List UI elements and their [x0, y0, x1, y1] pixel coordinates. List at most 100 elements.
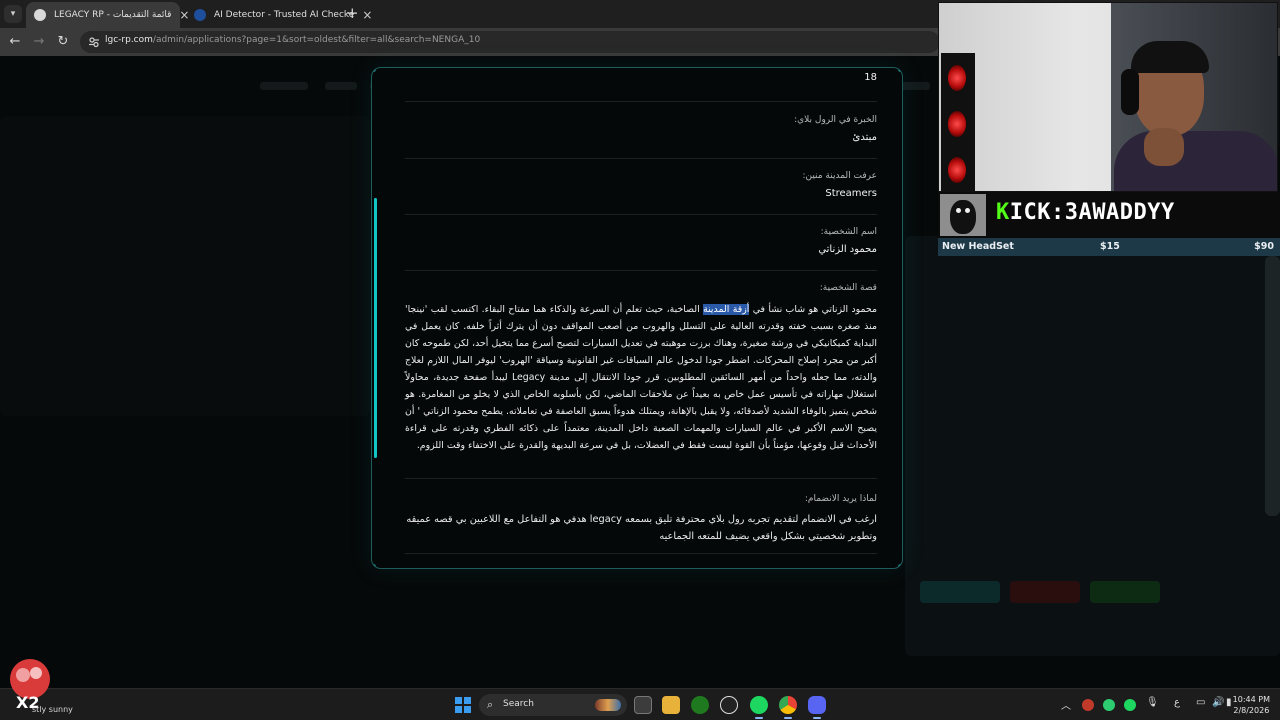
forward-arrow-icon[interactable]: → [30, 33, 48, 51]
windows-taskbar: X2 stly sunny ⌕ Search ︿ 🎙 ع ▭ 🔊 ▮ 10:44… [0, 659, 1280, 720]
tray-app-icon[interactable] [1103, 699, 1115, 711]
why-join-text: ارغب في الانضمام لتقديم تجربه رول بلاي م… [406, 514, 877, 542]
age-value: 18 [864, 72, 877, 83]
donation-goal-bar: New HeadSet $15 $90 [938, 238, 1280, 256]
experience-value: مبتدئ [852, 132, 877, 143]
field-experience: الخبرة في الرول بلاي: مبتدئ [405, 115, 877, 143]
red-fan-icon [948, 111, 966, 137]
spotify-tray-icon[interactable] [1124, 699, 1136, 711]
tab-search-menu-icon[interactable]: ▾ [4, 5, 22, 23]
desktop: ▾ LEGACY RP - قائمة التقديمات × AI Detec… [0, 0, 1280, 720]
tab-close-icon[interactable]: × [362, 8, 372, 22]
field-character-name: اسم الشخصية: محمود الزناتي [405, 227, 877, 255]
url-host: lgc-rp.com [105, 35, 153, 45]
webcam-overlay [938, 2, 1278, 192]
file-explorer-icon[interactable] [662, 696, 680, 714]
taskbar-search-box[interactable]: ⌕ Search [479, 694, 627, 716]
why-join-label: لماذا يريد الانضمام: [804, 494, 877, 504]
url-text: lgc-rp.com/admin/applications?page=1&sor… [105, 35, 480, 45]
windows-start-icon[interactable] [455, 697, 471, 713]
dimmed-button [920, 581, 1000, 603]
avatar-eye [965, 208, 970, 213]
divider [405, 478, 877, 479]
tab-title: AI Detector - Trusted AI Checke [214, 10, 355, 20]
field-story: قصة الشخصية: [405, 283, 877, 293]
field-age: 18 [405, 68, 877, 83]
field-source: عرفت المدينة منين: Streamers [405, 171, 877, 199]
volume-icon[interactable]: 🔊 [1212, 697, 1224, 708]
reload-icon[interactable]: ↻ [54, 33, 72, 51]
kick-channel-name: KICK:3AWADDYY [996, 200, 1175, 225]
search-label: Search [503, 699, 534, 709]
goal-current: $15 [1100, 241, 1120, 252]
running-indicator [755, 717, 763, 719]
character-name-label: اسم الشخصية: [820, 227, 877, 237]
pc-tower [941, 53, 975, 191]
dimmed-panel [0, 116, 370, 416]
streamer-hand [1144, 128, 1184, 166]
clock-time: 10:44 PM [1232, 695, 1270, 704]
chatgpt-icon[interactable] [720, 696, 738, 714]
discord-icon[interactable] [808, 696, 826, 714]
tray-app-icon[interactable] [1082, 699, 1094, 711]
language-indicator[interactable]: ع [1174, 697, 1180, 708]
search-highlight-art-icon [595, 699, 621, 711]
site-settings-icon[interactable] [88, 36, 100, 48]
divider [405, 101, 877, 102]
character-story-text: محمود الزناتي هو شاب نشأ في أزقة المدينة… [405, 301, 877, 454]
running-indicator [784, 717, 792, 719]
story-text-rest: الصاخبة، حيث تعلم أن السرعة والذكاء هما … [405, 304, 877, 451]
dimmed-button [1090, 581, 1160, 603]
kick-channel-text: ICK:3AWADDYY [1009, 200, 1175, 225]
kick-channel-banner: KICK:3AWADDYY [938, 192, 1280, 238]
avatar-figure [950, 200, 976, 234]
divider [405, 158, 877, 159]
network-icon[interactable]: ▭ [1196, 697, 1205, 708]
modal-corner-dot [372, 68, 376, 72]
red-fan-icon [948, 157, 966, 183]
dimmed-button [1010, 581, 1080, 603]
tab-ai-detector[interactable]: AI Detector - Trusted AI Checke × [186, 2, 372, 28]
xbox-icon[interactable] [691, 696, 709, 714]
red-fan-icon [948, 65, 966, 91]
task-view-icon[interactable] [634, 696, 652, 714]
story-label: قصة الشخصية: [819, 283, 877, 293]
goal-target: $90 [1254, 241, 1274, 252]
field-why-join: لماذا يريد الانضمام: [405, 494, 877, 504]
system-clock[interactable]: 10:44 PM 2/8/2026 [1233, 694, 1270, 716]
character-name-value: محمود الزناتي [818, 244, 877, 255]
goal-label: New HeadSet [942, 241, 1014, 252]
avatar-eye [956, 208, 961, 213]
modal-scrollbar[interactable] [374, 198, 377, 458]
selected-text-highlight: أزقة المدينة [703, 304, 750, 315]
new-tab-button[interactable]: + [346, 5, 359, 21]
experience-label: الخبرة في الرول بلاي: [794, 115, 877, 125]
source-value: Streamers [825, 188, 877, 199]
story-text-start: محمود الزناتي هو شاب نشأ في [749, 304, 877, 315]
headset [1121, 69, 1139, 115]
streamer-body [1114, 131, 1277, 191]
running-indicator [813, 717, 821, 719]
spotify-icon[interactable] [750, 696, 768, 714]
url-path: /admin/applications?page=1&sort=oldest&f… [152, 35, 481, 45]
weather-text[interactable]: stly sunny [32, 705, 73, 714]
kick-logo-letter: K [996, 200, 1010, 225]
source-label: عرفت المدينة منين: [802, 171, 877, 181]
battery-icon[interactable]: ▮ [1226, 697, 1232, 708]
penguin-avatar [940, 194, 986, 236]
clock-date: 2/8/2026 [1233, 706, 1270, 715]
back-arrow-icon[interactable]: ← [6, 33, 24, 51]
tab-legacy-rp[interactable]: LEGACY RP - قائمة التقديمات × [26, 2, 189, 28]
divider [405, 270, 877, 271]
divider [405, 214, 877, 215]
legacy-favicon-icon [34, 9, 46, 21]
address-bar[interactable]: lgc-rp.com/admin/applications?page=1&sor… [80, 31, 940, 53]
application-details-modal: 18 الخبرة في الرول بلاي: مبتدئ عرفت المد… [371, 67, 903, 569]
chrome-icon[interactable] [779, 696, 797, 714]
ai-detector-favicon-icon [194, 9, 206, 21]
search-icon: ⌕ [487, 698, 494, 711]
chevron-up-icon[interactable]: ︿ [1061, 697, 1071, 712]
microphone-icon[interactable]: 🎙 [1146, 697, 1159, 708]
streamer-hair [1131, 41, 1209, 73]
page-scrollbar[interactable] [1265, 256, 1280, 516]
